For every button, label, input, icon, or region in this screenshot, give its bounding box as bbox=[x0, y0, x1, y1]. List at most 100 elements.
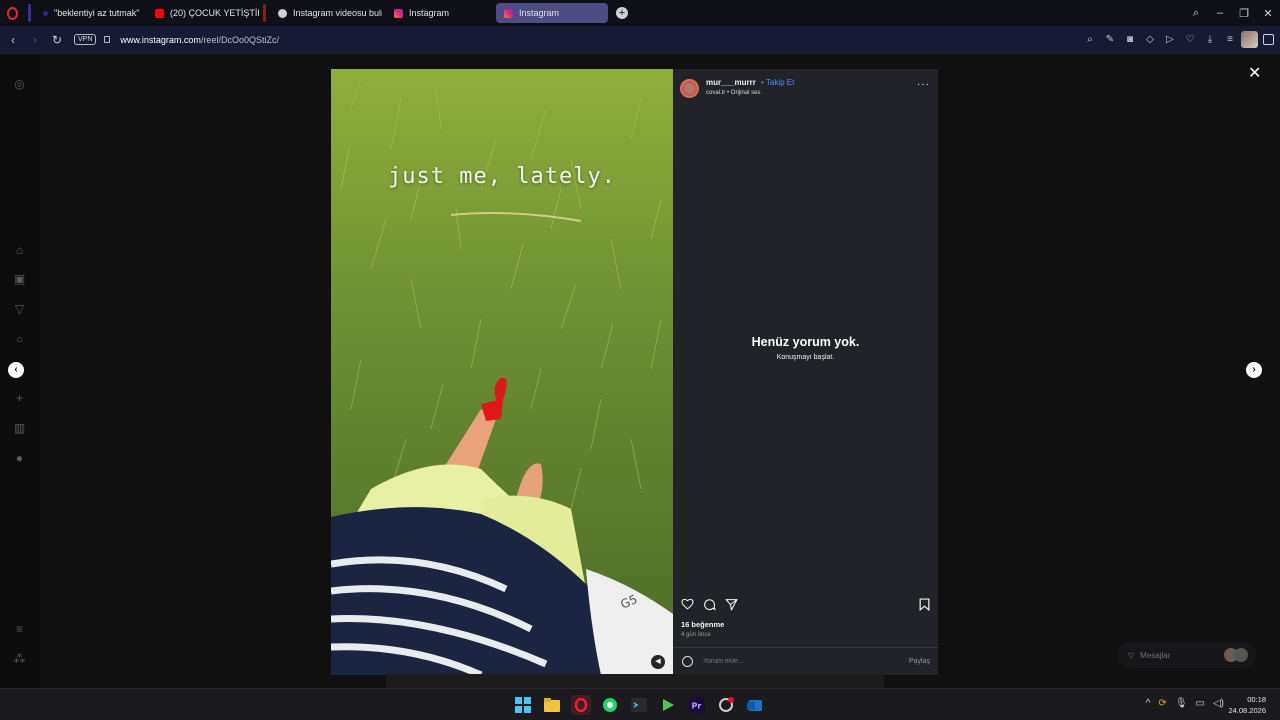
windows-taskbar: Pr ^ ⟳ 🎙 ▭ ◁) 00:18 24.08.2026 bbox=[0, 688, 1280, 720]
back-button[interactable]: ‹ bbox=[2, 33, 24, 47]
chevron-up-icon[interactable]: ^ bbox=[1146, 698, 1151, 709]
send-icon: ▽ bbox=[1128, 650, 1135, 660]
volume-icon[interactable]: ◁) bbox=[1213, 698, 1224, 709]
home-icon[interactable]: ⌂ bbox=[13, 244, 26, 257]
reel-video[interactable]: G5 just me, lately. ◀ bbox=[331, 69, 673, 675]
messages-button[interactable]: ▽ Mesajlar bbox=[1118, 642, 1256, 668]
window-controls: ⌕ – ❐ ✕ bbox=[1184, 0, 1280, 26]
media-player-icon[interactable] bbox=[658, 695, 678, 715]
tab-instagram-1[interactable]: Instagram bbox=[386, 3, 492, 23]
stats-icon[interactable]: ▥ bbox=[13, 422, 26, 435]
empty-comments-subtitle: Konuşmayı başlat. bbox=[776, 354, 835, 361]
tab-label: (20) ÇOCUK YETİŞTİRMEK bbox=[170, 8, 259, 18]
youtube-icon bbox=[155, 8, 164, 18]
create-icon[interactable]: + bbox=[13, 392, 26, 405]
minimize-button[interactable]: – bbox=[1208, 7, 1232, 19]
tab-group-indicator bbox=[28, 4, 31, 22]
settings-icon[interactable] bbox=[716, 695, 736, 715]
author-username[interactable]: mur___murrr bbox=[706, 78, 756, 87]
previous-post-button[interactable]: ‹ bbox=[8, 362, 24, 378]
vpn-badge[interactable]: VPN bbox=[74, 34, 97, 45]
play-icon[interactable]: ▷ bbox=[1164, 34, 1176, 46]
tab-group-indicator bbox=[263, 4, 266, 22]
network-icon[interactable]: ▭ bbox=[1196, 698, 1205, 709]
close-icon[interactable]: ✕ bbox=[1248, 63, 1261, 83]
add-comment-row: Paylaş bbox=[673, 647, 938, 675]
comment-input[interactable] bbox=[703, 658, 873, 665]
tab-instagram-active[interactable]: Instagram bbox=[496, 3, 608, 23]
forward-button[interactable]: › bbox=[24, 33, 46, 47]
reels-icon[interactable]: ▣ bbox=[13, 273, 26, 286]
system-tray: ^ ⟳ 🎙 ▭ ◁) bbox=[1146, 698, 1224, 709]
system-clock[interactable]: 00:18 24.08.2026 bbox=[1228, 694, 1266, 716]
tab-label: Instagram bbox=[519, 8, 560, 18]
audio-subline[interactable]: coval.tr • Orijinal ses bbox=[706, 90, 760, 96]
tab-instagram-video[interactable]: Instagram videosu bulma bbox=[270, 3, 382, 23]
instagram-logo-icon[interactable]: ◎ bbox=[13, 78, 26, 91]
post-details-panel: mur___murrr • Takip Et coval.tr • Orijin… bbox=[673, 69, 938, 675]
url-field[interactable]: www.instagram.com/reel/DcOo0QStiZc/ bbox=[120, 35, 279, 45]
svg-text:Pr: Pr bbox=[692, 702, 702, 711]
toolbar-icons: ⌕ ✎ ◙ ◇ ▷ ♡ ⤓ ≡ bbox=[1084, 26, 1236, 54]
instagram-page: ◎ ⌂ ▣ ▽ ○ + ▥ ● ≡ ⁂ ✕ ‹ › G5 just me, la… bbox=[0, 54, 1280, 688]
terminal-icon[interactable] bbox=[629, 695, 649, 715]
like-heart-icon[interactable] bbox=[681, 598, 694, 611]
extensions-icon[interactable] bbox=[1263, 34, 1274, 45]
edit-icon[interactable]: ✎ bbox=[1104, 34, 1116, 46]
more-menu-icon[interactable]: ≡ bbox=[13, 623, 26, 636]
shield-icon[interactable]: ◇ bbox=[1144, 34, 1156, 46]
opera-logo-icon[interactable] bbox=[0, 0, 24, 26]
empty-comments-title: Henüz yorum yok. bbox=[751, 335, 860, 349]
chat-icon bbox=[278, 8, 287, 18]
search-icon[interactable]: ○ bbox=[13, 333, 26, 346]
reload-button[interactable]: ↻ bbox=[46, 33, 68, 47]
clock-time: 00:18 bbox=[1247, 695, 1266, 704]
send-icon[interactable]: ▽ bbox=[13, 303, 26, 316]
address-bar: ‹ › ↻ VPN www.instagram.com/reel/DcOo0QS… bbox=[0, 26, 1280, 54]
instagram-icon bbox=[394, 8, 403, 18]
post-comment-button[interactable]: Paylaş bbox=[909, 658, 930, 665]
emoji-icon[interactable] bbox=[682, 656, 693, 667]
url-path: /reel/DcOo0QStiZc/ bbox=[200, 34, 279, 45]
next-post-preview-strip bbox=[386, 674, 884, 688]
restore-button[interactable]: ❐ bbox=[1232, 7, 1256, 20]
microphone-icon[interactable]: 🎙 bbox=[1175, 698, 1188, 709]
author-avatar[interactable] bbox=[680, 79, 699, 98]
windows-start-icon[interactable] bbox=[513, 695, 533, 715]
bookmark-icon[interactable] bbox=[919, 598, 930, 611]
post-actions bbox=[681, 598, 738, 611]
download-icon[interactable]: ⤓ bbox=[1204, 34, 1216, 46]
tab-beklentiyi[interactable]: "beklentiyi az tutmak" bbox=[35, 3, 143, 23]
more-options-button[interactable]: ··· bbox=[917, 79, 930, 90]
browser-tab-bar: "beklentiyi az tutmak" (20) ÇOCUK YETİŞT… bbox=[0, 0, 1280, 26]
message-avatar bbox=[1234, 648, 1248, 662]
comment-bubble-icon[interactable] bbox=[703, 598, 716, 611]
share-send-icon[interactable] bbox=[725, 598, 738, 611]
close-window-button[interactable]: ✕ bbox=[1256, 7, 1280, 20]
new-tab-button[interactable]: + bbox=[616, 7, 628, 19]
tab-label: Instagram videosu bulma bbox=[293, 8, 382, 18]
camera-icon[interactable]: ◙ bbox=[1124, 34, 1136, 46]
likes-count[interactable]: 16 beğenme bbox=[681, 620, 724, 629]
premiere-pro-icon[interactable]: Pr bbox=[687, 695, 707, 715]
heart-icon[interactable]: ♡ bbox=[1184, 34, 1196, 46]
instagram-icon bbox=[504, 8, 513, 18]
apps-icon[interactable]: ⁂ bbox=[13, 653, 26, 666]
video-frame: G5 bbox=[331, 69, 673, 675]
tab-label: "beklentiyi az tutmak" bbox=[54, 8, 140, 18]
follow-button[interactable]: • Takip Et bbox=[761, 78, 794, 87]
search-tabs-icon[interactable]: ⌕ bbox=[1184, 7, 1208, 20]
profile-icon[interactable]: ● bbox=[13, 452, 26, 465]
file-explorer-icon[interactable] bbox=[542, 695, 562, 715]
whatsapp-icon[interactable] bbox=[600, 695, 620, 715]
sync-icon[interactable]: ⟳ bbox=[1158, 698, 1166, 709]
outlook-icon[interactable] bbox=[745, 695, 765, 715]
lock-icon[interactable] bbox=[104, 36, 111, 43]
mute-button[interactable]: ◀ bbox=[651, 655, 665, 669]
tab-cocuk[interactable]: (20) ÇOCUK YETİŞTİRMEK bbox=[147, 3, 259, 23]
profile-avatar[interactable] bbox=[1241, 31, 1258, 48]
menu-icon[interactable]: ≡ bbox=[1224, 34, 1236, 46]
next-post-button[interactable]: › bbox=[1246, 362, 1262, 378]
opera-icon[interactable] bbox=[571, 695, 591, 715]
search-icon[interactable]: ⌕ bbox=[1084, 34, 1096, 46]
